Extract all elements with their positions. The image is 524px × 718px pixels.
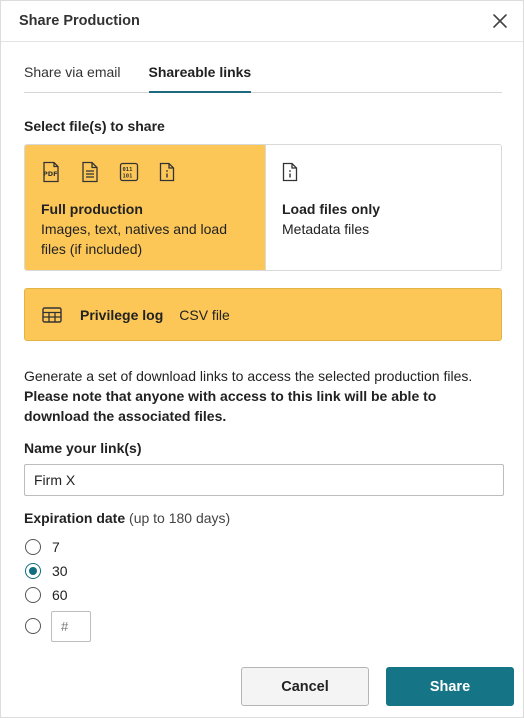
full-production-icons: PDF 011 101 [41,161,249,183]
radio-label: 7 [52,539,60,555]
share-button[interactable]: Share [386,667,514,706]
note-text: Generate a set of download links to acce… [24,368,473,384]
load-files-desc: Metadata files [282,221,370,237]
tab-share-via-email[interactable]: Share via email [24,62,121,93]
radio-label: 30 [52,563,68,579]
close-icon [493,14,507,28]
tab-bar: Share via email Shareable links [24,62,502,93]
radio-button[interactable] [25,618,41,634]
expiration-option-30[interactable]: 30 [25,559,523,583]
privilege-log-title: Privilege log [80,306,164,323]
dialog-footer: Cancel Share [241,667,514,706]
full-production-title: Full production [41,201,143,217]
load-files-title: Load files only [282,201,381,217]
close-button[interactable] [489,10,511,32]
radio-button[interactable] [25,563,41,579]
link-name-label: Name your link(s) [24,440,142,456]
dialog-title: Share Production [19,13,140,29]
expiration-options: 7 30 60 [25,535,523,643]
radio-button[interactable] [25,587,41,603]
info-file-icon [159,162,175,182]
svg-text:PDF: PDF [43,170,58,178]
table-icon [42,306,62,323]
cancel-button[interactable]: Cancel [241,667,369,706]
radio-label: 60 [52,587,68,603]
privilege-log-desc: CSV file [179,306,230,323]
binary-icon: 011 101 [119,162,139,182]
custom-days-input[interactable] [51,610,91,642]
share-production-dialog: Share Production Share via email Shareab… [0,0,524,718]
load-files-icons [282,161,485,183]
full-production-option[interactable]: PDF 011 101 Full production Images, text… [25,145,265,270]
dialog-header: Share Production [1,1,523,42]
link-name-input[interactable] [24,464,504,496]
svg-text:101: 101 [123,174,134,180]
select-files-label: Select file(s) to share [24,118,165,134]
expiration-label: Expiration date (up to 180 days) [24,510,500,526]
expiration-option-custom[interactable] [25,609,523,643]
tab-shareable-links[interactable]: Shareable links [148,62,252,93]
svg-text:011: 011 [123,167,134,173]
load-files-only-option[interactable]: Load files only Metadata files [265,145,501,270]
radio-button[interactable] [25,539,41,555]
share-note: Generate a set of download links to acce… [24,366,502,426]
document-icon [82,161,98,183]
privilege-log-option[interactable]: Privilege log CSV file [24,288,502,341]
expiration-option-7[interactable]: 7 [25,535,523,559]
full-production-desc: Images, text, natives and load files (if… [41,221,227,257]
expiration-title: Expiration date [24,510,126,526]
file-options: PDF 011 101 Full production Images, text… [24,144,502,271]
expiration-hint: (up to 180 days) [129,510,231,526]
note-warning: Please note that anyone with access to t… [24,388,437,424]
pdf-icon: PDF [43,161,59,183]
expiration-option-60[interactable]: 60 [25,583,523,607]
info-file-icon [282,162,298,182]
